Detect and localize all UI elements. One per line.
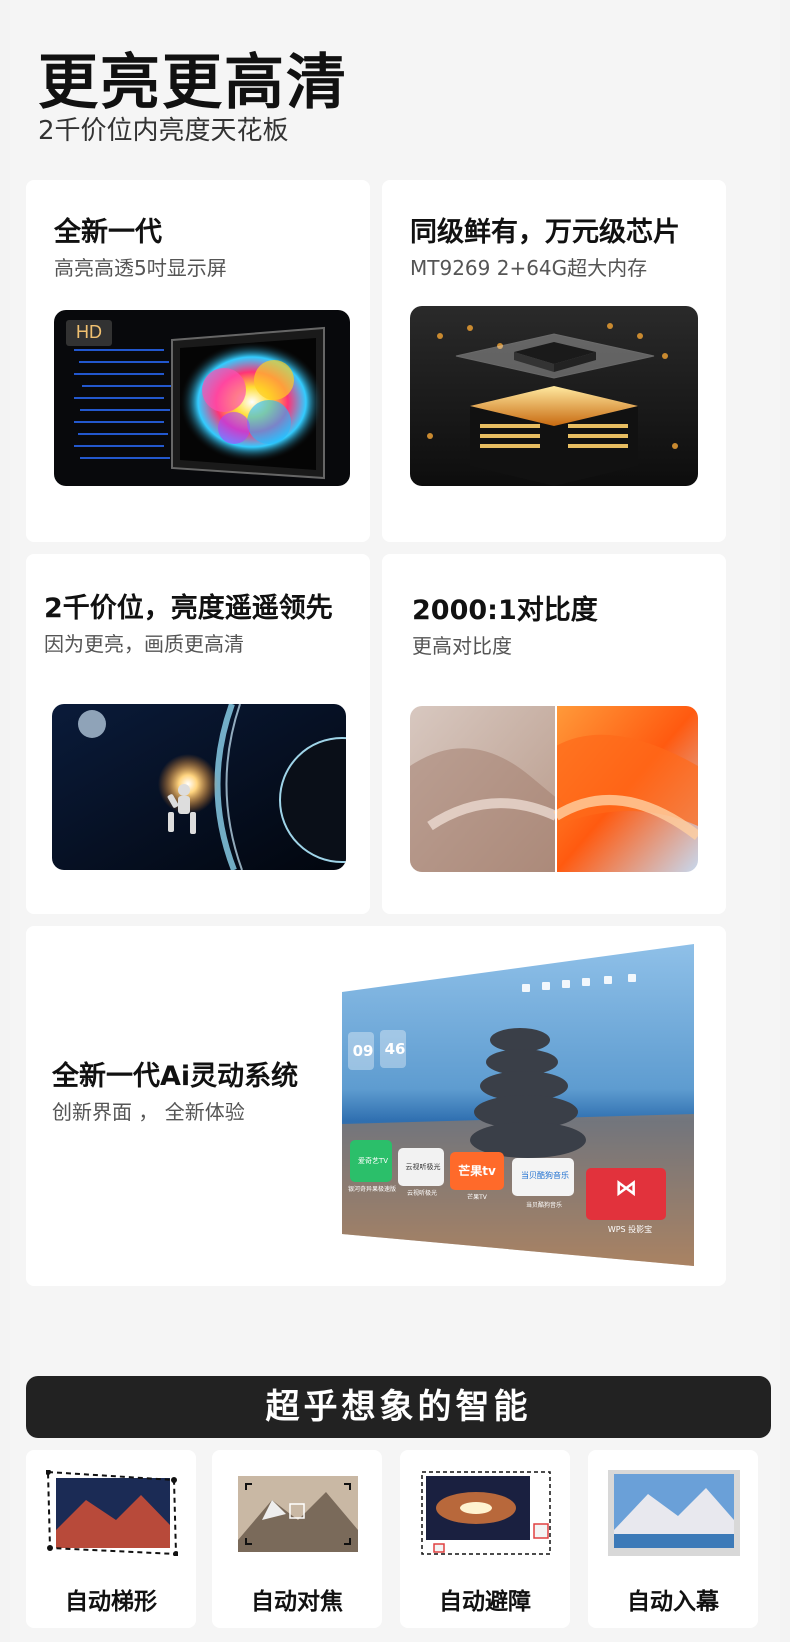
card-chip-title: 同级鲜有，万元级芯片	[410, 217, 680, 248]
autofocus-icon	[232, 1470, 364, 1556]
card-display-subtitle: 高亮高透5吋显示屏	[54, 256, 227, 280]
card-display-title: 全新一代	[54, 217, 162, 248]
card-brightness-title: 2千价位，亮度遥遥领先	[44, 593, 333, 624]
feature-fit-screen-label: 自动入幕	[627, 1589, 719, 1615]
product-page: 更亮更高清 2千价位内亮度天花板 全新一代 高亮高透5吋显示屏 HD 同级鲜有，…	[10, 0, 780, 1642]
card-system: 全新一代Ai灵动系统 创新界面 ， 全新体验 09 46 爱奇艺TV 云视听极光…	[26, 926, 726, 1286]
clock-hour: 09	[352, 1042, 374, 1060]
obstacle-icon	[420, 1470, 552, 1556]
card-display: 全新一代 高亮高透5吋显示屏 HD	[26, 180, 370, 542]
card-chip-subtitle: MT9269 2+64G超大内存	[410, 256, 648, 280]
system-title: 全新一代Ai灵动系统	[52, 1061, 299, 1092]
feature-autofocus: 自动对焦	[212, 1450, 382, 1628]
card-contrast-title: 2000:1对比度	[412, 595, 598, 626]
app-tile-wps[interactable]: ⋈	[586, 1176, 666, 1201]
hd-badge: HD	[76, 322, 102, 342]
feature-autofocus-label: 自动对焦	[251, 1589, 343, 1615]
card-contrast-subtitle: 更高对比度	[412, 634, 512, 658]
app-caption-mango: 芒果TV	[467, 1194, 487, 1201]
fit-screen-icon	[608, 1470, 740, 1556]
system-subtitle: 创新界面 ， 全新体验	[52, 1100, 245, 1124]
chip-image	[410, 306, 698, 486]
keystone-icon	[46, 1470, 178, 1556]
tv-screen: 09 46 爱奇艺TV 云视听极光 芒果tv 当贝酷狗音乐 ⋈ 银河奇异果极速版…	[342, 944, 694, 1266]
app-tile-iqiyi[interactable]: 爱奇艺TV	[352, 1156, 394, 1166]
app-tile-mango[interactable]: 芒果tv	[450, 1162, 504, 1179]
app-tile-yunshiting[interactable]: 云视听极光	[400, 1162, 446, 1172]
hero-title: 更亮更高清	[38, 48, 348, 118]
card-brightness-subtitle: 因为更亮，画质更高清	[44, 632, 244, 656]
smart-banner: 超乎想象的智能	[26, 1376, 771, 1438]
hero-subtitle: 2千价位内亮度天花板	[38, 116, 289, 146]
app-caption-wps: WPS 投影宝	[607, 1225, 653, 1234]
app-tile-kugou[interactable]: 当贝酷狗音乐	[514, 1170, 576, 1181]
app-caption-kugou: 当贝酷狗音乐	[525, 1202, 562, 1209]
feature-keystone-label: 自动梯形	[65, 1589, 157, 1615]
feature-fit-screen: 自动入幕	[588, 1450, 758, 1628]
card-brightness: 2千价位，亮度遥遥领先 因为更亮，画质更高清	[26, 554, 370, 914]
app-caption-iqiyi: 银河奇异果极速版	[348, 1186, 397, 1193]
app-caption-yunshiting: 云视听极光	[406, 1190, 437, 1197]
card-chip: 同级鲜有，万元级芯片 MT9269 2+64G超大内存	[382, 180, 726, 542]
feature-keystone: 自动梯形	[26, 1450, 196, 1628]
contrast-image	[410, 706, 698, 872]
display-image: HD	[54, 310, 350, 486]
space-image	[52, 704, 346, 870]
feature-obstacle: 自动避障	[400, 1450, 570, 1628]
feature-obstacle-label: 自动避障	[439, 1589, 531, 1615]
clock-minute: 46	[384, 1040, 406, 1058]
card-contrast: 2000:1对比度 更高对比度	[382, 554, 726, 914]
